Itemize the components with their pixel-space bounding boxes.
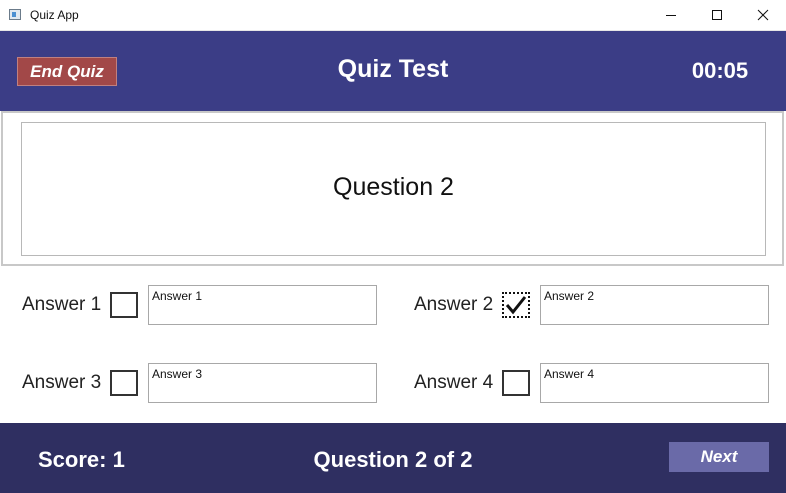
end-quiz-button[interactable]: End Quiz [17,57,117,86]
answer-4-label: Answer 4 [414,372,494,393]
answer-1-label: Answer 1 [22,294,102,315]
timer: 00:05 [691,58,749,83]
minimize-icon [666,15,676,16]
answer-3-checkbox[interactable] [110,370,138,396]
answer-2-label: Answer 2 [414,294,494,315]
checkmark-icon [505,296,527,315]
answer-3-label: Answer 3 [22,372,102,393]
question-text: Question 2 [333,173,454,201]
question-box: Question 2 [21,122,766,256]
answer-3-field[interactable]: Answer 3 [148,363,377,403]
question-panel: Question 2 [1,111,784,266]
app-icon [9,9,21,20]
window-titlebar: Quiz App [0,0,786,31]
answer-2-field[interactable]: Answer 2 [540,285,769,325]
score-display: Score: 1 [38,447,125,472]
answer-4-checkbox[interactable] [502,370,530,396]
maximize-icon [712,10,722,20]
minimize-button[interactable] [648,0,694,30]
page-title: Quiz Test [337,55,449,83]
question-progress: Question 2 of 2 [313,447,473,472]
answer-1-field[interactable]: Answer 1 [148,285,377,325]
answer-1-checkbox[interactable] [110,292,138,318]
close-button[interactable] [740,0,786,30]
next-button[interactable]: Next [669,442,769,472]
quiz-footer: Score: 1 Question 2 of 2 Next [0,423,786,493]
answer-2-checkbox[interactable] [502,292,530,318]
window-title: Quiz App [30,8,79,22]
close-icon [757,9,769,21]
quiz-header: End Quiz Quiz Test 00:05 [0,31,786,111]
maximize-button[interactable] [694,0,740,30]
answer-4-field[interactable]: Answer 4 [540,363,769,403]
